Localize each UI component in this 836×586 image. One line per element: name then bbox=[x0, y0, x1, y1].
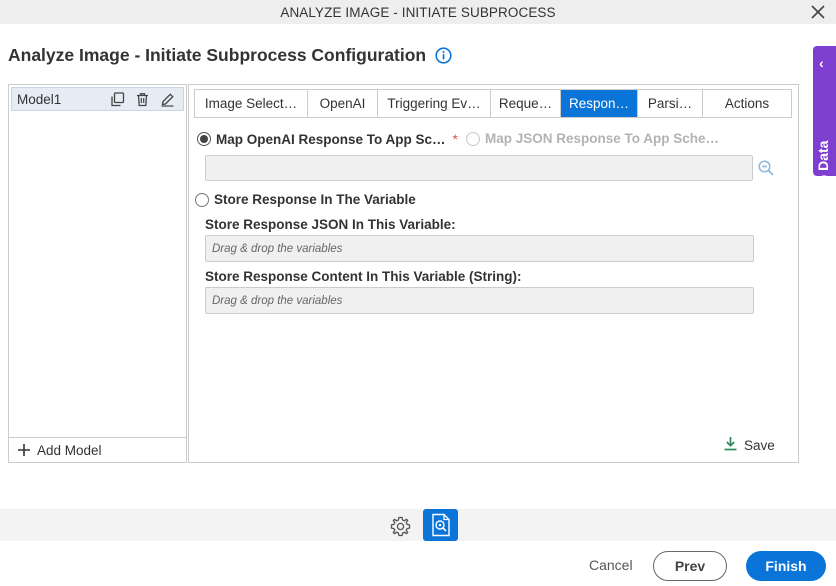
json-variable-placeholder: Drag & drop the variables bbox=[212, 242, 343, 255]
tab-response[interactable]: Respon… bbox=[561, 90, 638, 117]
cancel-button[interactable]: Cancel bbox=[589, 557, 633, 573]
store-variable-option: Store Response In The Variable bbox=[195, 192, 416, 207]
save-icon bbox=[723, 436, 738, 454]
tab-triggering-events[interactable]: Triggering Ev… bbox=[378, 90, 491, 117]
analyze-image-icon bbox=[431, 513, 450, 537]
page-title: Analyze Image - Initiate Subprocess Conf… bbox=[8, 45, 427, 65]
app-schema-input[interactable] bbox=[205, 155, 753, 181]
trash-icon[interactable] bbox=[133, 90, 151, 108]
map-openai-option: Map OpenAI Response To App Sc… * bbox=[197, 131, 458, 147]
add-model-label: Add Model bbox=[37, 442, 102, 458]
save-button[interactable]: Save bbox=[723, 436, 775, 454]
window-title: ANALYZE IMAGE - INITIATE SUBPROCESS bbox=[280, 4, 556, 20]
tab-image-selection[interactable]: Image Select… bbox=[195, 90, 308, 117]
model-list-panel: Model1 Add Model bbox=[8, 84, 187, 463]
app-data-label: App Data bbox=[815, 140, 831, 202]
content-variable-label: Store Response Content In This Variable … bbox=[205, 269, 522, 284]
copy-icon[interactable] bbox=[108, 90, 126, 108]
map-json-option: Map JSON Response To App Sche… bbox=[466, 131, 719, 146]
plus-icon bbox=[17, 443, 31, 457]
tab-parsing[interactable]: Parsi… bbox=[638, 90, 703, 117]
close-icon[interactable] bbox=[808, 2, 828, 22]
page-heading: Analyze Image - Initiate Subprocess Conf… bbox=[8, 45, 452, 66]
json-variable-dropzone[interactable]: Drag & drop the variables bbox=[205, 235, 754, 262]
finish-button[interactable]: Finish bbox=[746, 551, 826, 581]
tab-openai[interactable]: OpenAI bbox=[308, 90, 378, 117]
config-panel: Image Select… OpenAI Triggering Ev… Requ… bbox=[188, 84, 799, 463]
tab-actions[interactable]: Actions bbox=[703, 90, 791, 117]
save-label: Save bbox=[744, 437, 775, 453]
app-data-tab[interactable]: ‹ App Data bbox=[813, 46, 836, 202]
store-variable-radio[interactable] bbox=[195, 192, 209, 207]
prev-button[interactable]: Prev bbox=[653, 551, 727, 581]
chevron-left-icon: ‹ bbox=[819, 55, 824, 71]
info-icon[interactable] bbox=[435, 47, 452, 64]
tab-request[interactable]: Reque… bbox=[491, 90, 561, 117]
bottom-toolbar bbox=[0, 509, 836, 541]
content-variable-dropzone[interactable]: Drag & drop the variables bbox=[205, 287, 754, 314]
tab-bar: Image Select… OpenAI Triggering Ev… Requ… bbox=[194, 89, 792, 118]
analyze-image-button[interactable] bbox=[423, 509, 458, 541]
map-json-label: Map JSON Response To App Sche… bbox=[485, 131, 720, 146]
gear-icon[interactable] bbox=[389, 515, 411, 537]
map-json-radio[interactable] bbox=[466, 131, 480, 146]
edit-icon[interactable] bbox=[158, 90, 176, 108]
map-openai-label: Map OpenAI Response To App Sc… bbox=[216, 131, 446, 147]
json-variable-label: Store Response JSON In This Variable: bbox=[205, 217, 456, 232]
map-openai-radio[interactable] bbox=[197, 132, 211, 146]
add-model-button[interactable]: Add Model bbox=[9, 437, 186, 462]
window-titlebar: ANALYZE IMAGE - INITIATE SUBPROCESS bbox=[0, 0, 836, 24]
content-variable-placeholder: Drag & drop the variables bbox=[212, 294, 343, 307]
store-variable-label: Store Response In The Variable bbox=[214, 192, 416, 207]
model-item[interactable]: Model1 bbox=[11, 87, 184, 111]
model-name: Model1 bbox=[17, 91, 62, 107]
search-icon[interactable] bbox=[756, 158, 775, 177]
required-mark: * bbox=[452, 131, 458, 147]
